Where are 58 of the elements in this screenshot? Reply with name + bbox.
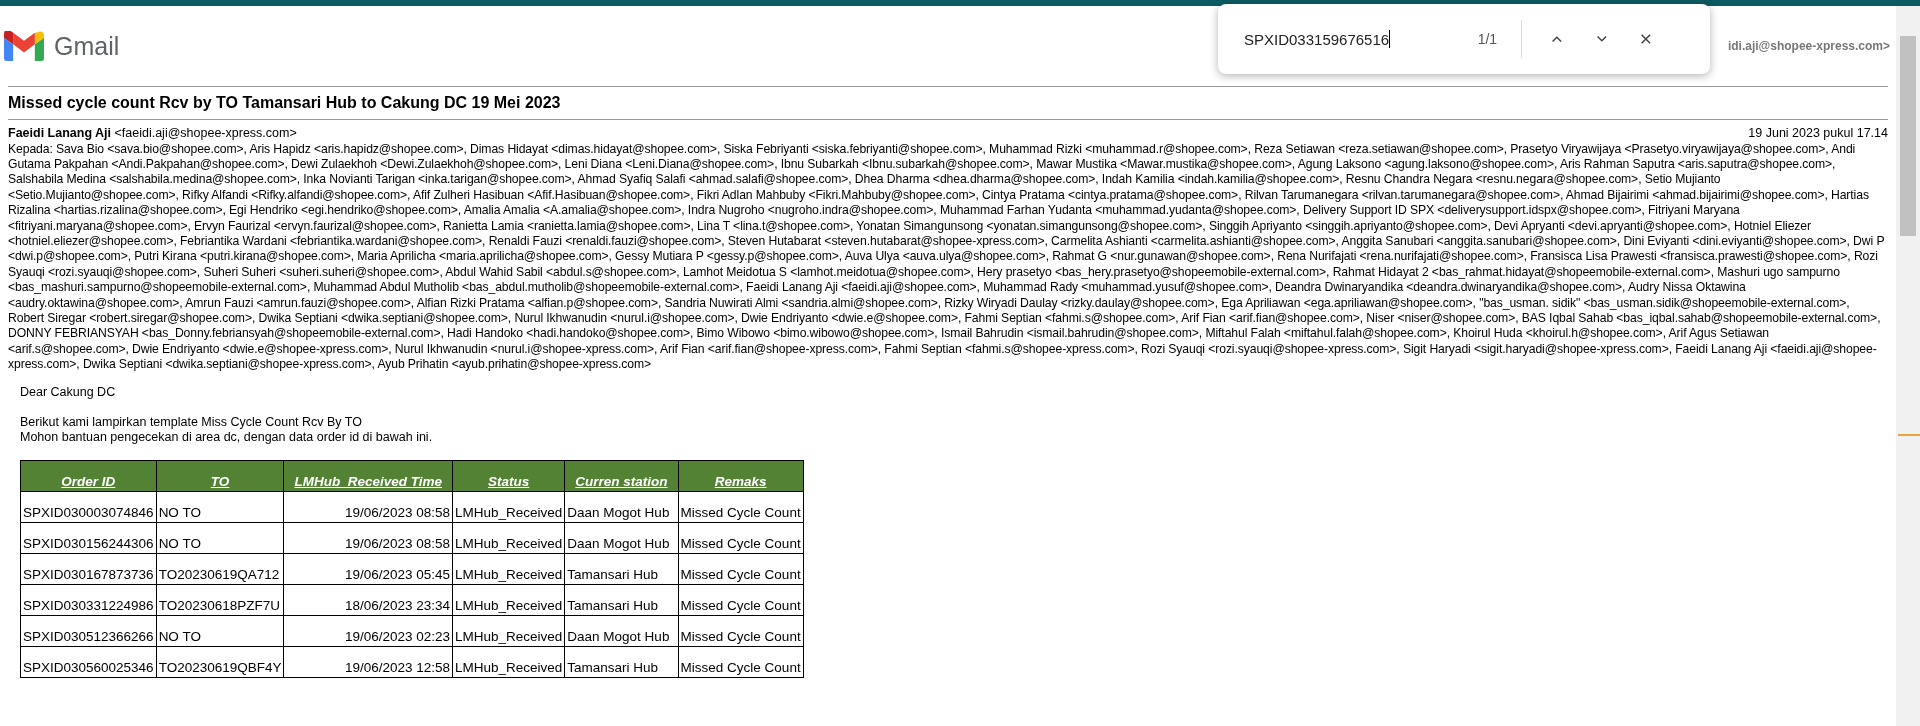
column-header: Status: [452, 460, 565, 492]
email-subject: Missed cycle count Rcv by TO Tamansari Hub to Cakung DC 19 Mei 2023: [8, 93, 562, 113]
table-cell: Missed Cycle Count: [678, 553, 804, 585]
gmail-wordmark: Gmail: [54, 31, 120, 61]
find-input-field[interactable]: SPXID033159676516: [1244, 30, 1441, 48]
column-header: TO: [156, 460, 284, 492]
table-cell: 19/06/2023 05:45: [283, 553, 453, 585]
column-header: LMHub_Received Time: [283, 460, 453, 492]
table-cell: 19/06/2023 08:58: [283, 522, 453, 554]
column-header: Curren station: [564, 460, 679, 492]
table-cell: NO TO: [156, 615, 284, 647]
match-marker: [1898, 434, 1920, 436]
gmail-logo-icon: [4, 31, 44, 61]
table-cell: Tamansari Hub: [564, 584, 679, 616]
table-cell: Missed Cycle Count: [678, 522, 804, 554]
column-header: Order ID: [20, 460, 157, 492]
body-text: Berikut kami lampirkan template Miss Cycle Count Rcv By TO: [20, 414, 363, 430]
email-date: 19 Juni 2023 pukul 17.14: [1748, 126, 1888, 142]
table-cell: Daan Mogot Hub: [564, 615, 679, 647]
scrollbar-thumb[interactable]: [1900, 36, 1916, 236]
table-cell: SPXID030331224986: [20, 584, 157, 616]
account-email: idi.aji@shopee-xpress.com>: [1727, 39, 1890, 53]
body-text: Mohon bantuan pengecekan di area dc, dengan data order id di bawah ini.: [20, 429, 434, 445]
table-cell: Tamansari Hub: [564, 646, 679, 678]
table-cell: Missed Cycle Count: [678, 491, 804, 523]
table-cell: Missed Cycle Count: [678, 584, 804, 616]
table-cell: LMHub_Received: [452, 584, 565, 616]
table-cell: SPXID030167873736: [20, 553, 157, 585]
table-cell: Daan Mogot Hub: [564, 522, 679, 554]
table-cell: Tamansari Hub: [564, 553, 679, 585]
table-cell: SPXID030560025346: [20, 646, 157, 678]
table-cell: LMHub_Received: [452, 553, 565, 585]
table-cell: SPXID030512366266: [20, 615, 157, 647]
table-cell: LMHub_Received: [452, 615, 565, 647]
table-cell: LMHub_Received: [452, 522, 565, 554]
table-cell: NO TO: [156, 491, 284, 523]
recipient-list: Kepada: Sava Bio <sava.bio@shopee.com>, Aris Hapidz <aris.hapidz@shopee.com>, Dimas Hidayat <dimas.hidayat@shopee.com>, Siska Febriyanti <siska.febriyanti@shopee.com>, Muhammad Rizki <muhammad.r@shopee.com>, Reza Setiawan <reza.setiawan@shopee.com>, Prasetyo Viryawijaya <Prasetyo.viryawijaya@shopee.com>, Andi Gutama Pakpahan <Andi.Pakpahan@shopee.com>, Dewi Zulaekhoh <Dewi.Zulaekhoh@shopee.com>, Leni Diana <Leni.Diana@shopee.com>, Ibnu Subarkah <Ibnu.subarkah@shopee.com>, Mawar Mustika <Mawar.mustika@shopee.com>, Agung Laksono <agung.laksono@shopee.com>, Aris Rahman Saputra <aris.saputra@shopee.com>, Salshabila Medina <salshabila.medina@shopee.com>, Inka Novianti Tarigan <inka.tarigan@shopee.com>, Ahmad Syafiq Salafi <ahmad.salafi@shopee.com>, Dhea Dharma <dhea.dharma@shopee.com>, Indah Kamilia <indah.kamilia@shopee.com>, Resnu Chandra Negara <resnu.negara@shopee.com>, Setio Mujianto <Setio.Mujianto@shopee.com>, Rifky Alfandi <Rifky.alfandi@shopee.com>, Afif Zulheri Hasibuan <Afif.Hasibuan@shopee.com>, Fikri Adlan Mahbuby <Fikri.Mahbuby@shopee.com>, Cintya Pratama <cintya.pratama@shopee.com>, Rilvan Tarumanegara <rilvan.tarumanegara@shopee.com>, Ahmad Bijairimi <ahmad.bijairimi@shopee.com>, Hartias Rizalina <hartias.rizalina@shopee.com>, Egi Hendriko <egi.hendriko@shopee.com>, Amalia Amalia <A.amalia@shopee.com>, Indra Nugroho <nugroho.indra@shopee.com>, Muhammad Farhan Yudanta <muhammad.yudanta@shopee.com>, Delivery Support ID SPX <deliverysupport.idspx@shopee.com>, Fitriyani Maryana <fitriyani.maryana@shopee.com>, Ervyn Faurizal <ervyn.faurizal@shopee.com>, Ranietta Lamia <ranietta.lamia@shopee.com>, Lina T <lina.t@shopee.com>, Yonatan Simangunsong <yonatan.simangunsong@shopee.com>, Singgih Apriyanto <singgih.apriyanto@shopee.com>, Devi Apryanti <devi.apryanti@shopee.com>, Hotniel Eliezer <hotniel.eliezer@shopee.com>, Febriantika Wardani <febriantika.wardani@shopee.com>, Renaldi Fauzi <renaldi.fauzi@shopee.com>, Steven Hutabarat <steven.hutabarat@shopee-xpress.com>, Carmelita Ashianti <carmelita.ashianti@shopee.com>, Anggita Sanubari <anggita.sanubari@shopee.com>, Dini Eviyanti <dini.eviyanti@shopee.com>, Dwi P <dwi.p@shopee.com>, Putri Kirana <putri.kirana@shopee.com>, Maria Aprilicha <maria.aprilicha@shopee.com>, Gessy Mutiara P <gessy.p@shopee.com>, Auva Ulya <auva.ulya@shopee.com>, Rahmat G <nur.gunawan@shopee.com>, Rena Nurifajati <rena.nurifajati@shopee.com>, Fransisca Lisa Prawesti <fransisca.prawesti@shopee.com>, Rozi Syauqi <rozi.syauqi@shopee.com>, Suheri Suheri <suheri.suheri@shopee.com>, Abdul Wahid Sabil <abdul.s@shopee.com>, Lamhot Meidotua S <lamhot.meidotua@shopee.com>, Hery prasetyo <bas_hery.prasetyo@shopeemobile-external.com>, Rahmat Hidayat 2 <bas_rahmat.hidayat@shopeemobile-external.com>, Mashuri ugo sampurno <bas_mashuri.sampurno@shopeemobile-external.com>, Muhammad Abdul Mutholib <bas_abdul.mutholib@shopeemobile-external.com>, Faeidi Lanang Aji <faeidi.aji@shopee.com>, Muhammad Rady <muhammad.yusuf@shopee.com>, Deandra Dwinaryandika <deandra.dwinaryandika@shopee.com>, Audry Nissa Oktawina <audry.oktawina@shopee.com>, Amrun Fauzi <amrun.fauzi@shopee.com>, Alfian Rizki Pratama <alfian.p@shopee.com>, Sandria Nuwirati Almi <sandria.almi@shopee.com>, Rizky Wiryadi Daulay <rizky.daulay@shopee.com>, Ega Apriliawan <ega.apriliawan@shopee.com>, "bas_usman. sidik" <bas_usman.sidik@shopeemobile-external.com>, Robert Siregar <robert.siregar@shopee.com>, Dwika Septiani <dwika.septiani@shopee.com>, Nurul Ikhwanudin <nurul.i@shopee.com>, Dwie Endriyanto <dwie.e@shopee.com>, Fahmi Septian <fahmi.s@shopee.com>, Arif Fian <arif.fian@shopee.com>, Niser <niser@shopee.com>, BAS Iqbal Sahab <bas_iqbal.sahab@shopeemobile-external.com>, DONNY FEBRIANSYAH <bas_Donny.febriansyah@shopeemobile-external.com>, Hadi Handoko <hadi.handoko@shopee.com>, Bimo Wibowo <bimo.wibowo@shopee.com>, Ismail Bahrudin <ismail.bahrudin@shopee.com>, Miftahul Falah <miftahul.falah@shopee.com>, Khoirul Huda <khoirul.h@shopee.com>, Arif Agus Setiawan <arif.s@shopee.com>, Dwie Endriyanto <dwie.e@shopee-xpress.com>, Nurul Ikhwanudin <nurul.i@shopee-xpress.com>, Arif Fian <arif.fian@shopee-xpress.com>, Fahmi Septian <fahmi.s@shopee-xpress.com>, Rozi Syauqi <rozi.syauqi@shopee-xpress.com>, Sigit Haryadi <sigit.haryadi@shopee-xpress.com>, Faeidi Lanang Aji <faeidi.aji@shopee-xpress.com>, Dwika Septiani <dwika.septiani@shopee-xpress.com>, Ayub Prihatin <ayub.prihatin@shopee-xpress.com>: [8, 141, 1888, 373]
table-cell: LMHub_Received: [452, 646, 565, 678]
table-cell: 19/06/2023 12:58: [283, 646, 453, 678]
table-cell: 19/06/2023 02:23: [283, 615, 453, 647]
body-text: Dear Cakung DC: [20, 384, 117, 400]
table-cell: NO TO: [156, 522, 284, 554]
table-cell: 18/06/2023 23:34: [283, 584, 453, 616]
table-cell: SPXID030156244306: [20, 522, 157, 554]
column-header: Remaks: [678, 460, 804, 492]
table-cell: 19/06/2023 08:58: [283, 491, 453, 523]
table-cell: Missed Cycle Count: [678, 615, 804, 647]
sender: Faeidi Lanang Aji <faeidi.aji@shopee-xpress.com>: [8, 126, 297, 142]
scrollbar[interactable]: [1896, 6, 1920, 726]
match-count: 1/1: [1476, 31, 1498, 47]
close-icon[interactable]: [1639, 31, 1653, 47]
table-cell: TO20230619QBF4Y: [156, 646, 284, 678]
table-cell: SPXID030003074846: [20, 491, 157, 523]
table-cell: TO20230618PZF7U: [156, 584, 284, 616]
table-cell: Daan Mogot Hub: [564, 491, 679, 523]
table-cell: TO20230619QA712: [156, 553, 284, 585]
table-cell: LMHub_Received: [452, 491, 565, 523]
table-cell: Missed Cycle Count: [678, 646, 804, 678]
